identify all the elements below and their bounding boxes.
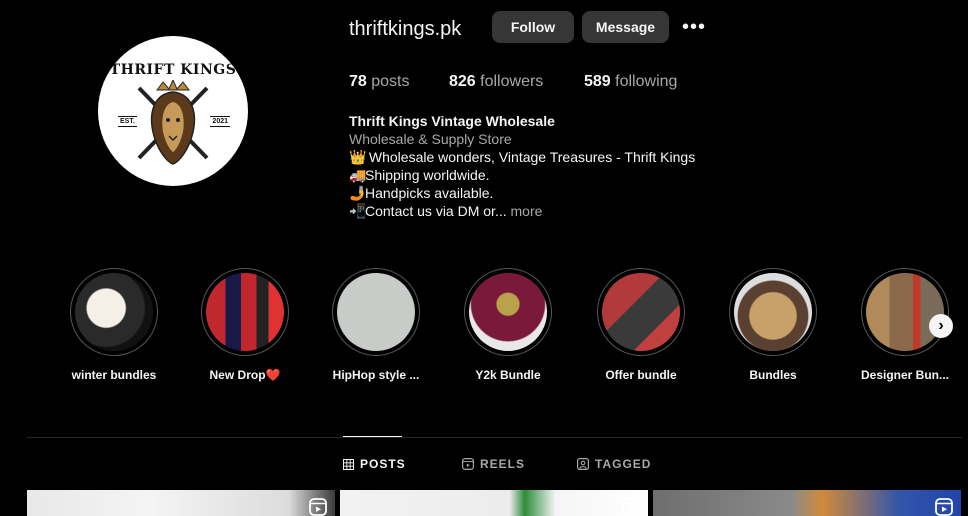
- highlight-winter-bundles[interactable]: winter bundles: [49, 268, 179, 382]
- active-tab-indicator: [343, 436, 402, 437]
- bio-line-text: Handpicks available.: [365, 185, 494, 201]
- following-count: 589: [584, 73, 611, 90]
- posts-label: posts: [371, 73, 410, 90]
- highlight-thumbnail: [602, 273, 680, 351]
- reel-badge-icon: [935, 498, 953, 516]
- highlight-label: Bundles: [749, 368, 797, 382]
- crown-icon: 👑: [349, 149, 367, 165]
- bio-more-link[interactable]: more: [511, 203, 543, 219]
- tagged-icon: [577, 458, 589, 470]
- phone-icon: 📲: [349, 203, 367, 219]
- tabs-divider: [27, 437, 962, 438]
- grid-icon: [343, 458, 354, 470]
- highlight-ring: [201, 268, 289, 356]
- highlight-label: winter bundles: [71, 368, 157, 382]
- highlight-label: Designer Bun...: [860, 368, 949, 382]
- tab-posts[interactable]: POSTS: [343, 457, 406, 471]
- highlight-label: Offer bundle: [605, 368, 677, 382]
- avatar-logo-text: THRIFT KINGS: [109, 62, 237, 78]
- chevron-right-icon[interactable]: ›: [929, 314, 953, 338]
- highlight-bundles[interactable]: Bundles: [708, 268, 838, 382]
- avatar-year-label: 2021: [210, 116, 230, 127]
- posts-count: 78: [349, 73, 367, 90]
- followers-count: 826: [449, 73, 476, 90]
- highlight-y2k-bundle[interactable]: Y2k Bundle: [443, 268, 573, 382]
- highlight-label: HipHop style ...: [332, 368, 420, 382]
- highlight-ring: [70, 268, 158, 356]
- highlight-thumbnail: [734, 273, 812, 351]
- follow-button[interactable]: Follow: [492, 11, 574, 43]
- bio-line-text: Shipping worldwide.: [365, 167, 490, 183]
- tab-reels-label: REELS: [480, 457, 526, 471]
- post-thumbnail[interactable]: [653, 490, 961, 516]
- tab-tagged[interactable]: TAGGED: [577, 457, 651, 471]
- tab-posts-label: POSTS: [360, 457, 406, 471]
- highlight-label: Y2k Bundle: [475, 368, 541, 382]
- bio-line-text: Wholesale wonders, Vintage Treasures - T…: [365, 149, 696, 165]
- bio-line: 📲Contact us via DM or... more: [349, 202, 695, 220]
- highlight-thumbnail: [206, 273, 284, 351]
- following-label: following: [615, 73, 678, 90]
- more-options-icon[interactable]: •••: [682, 16, 706, 39]
- followers-label: followers: [480, 73, 544, 90]
- highlight-label: New Drop❤️: [209, 368, 281, 382]
- highlight-ring: [597, 268, 685, 356]
- highlight-thumbnail: [469, 273, 547, 351]
- highlight-thumbnail: [337, 273, 415, 351]
- reel-badge-icon: [309, 498, 327, 516]
- bio-line-text: Contact us via DM or...: [365, 203, 507, 219]
- posts-stat: 78 posts: [349, 73, 410, 91]
- followers-stat[interactable]: 826 followers: [449, 73, 543, 91]
- reels-icon: [462, 458, 474, 470]
- highlight-thumbnail: [866, 273, 944, 351]
- highlight-ring: [332, 268, 420, 356]
- tab-reels[interactable]: REELS: [462, 457, 525, 471]
- bio-name: Thrift Kings Vintage Wholesale: [349, 113, 555, 129]
- profile-bio: Thrift Kings Vintage Wholesale Wholesale…: [349, 112, 695, 220]
- highlight-hiphop-style[interactable]: HipHop style ...: [311, 268, 441, 382]
- bio-category: Wholesale & Supply Store: [349, 131, 512, 147]
- highlight-new-drop[interactable]: New Drop❤️: [180, 268, 310, 382]
- selfie-icon: 🤳: [349, 185, 367, 201]
- highlight-ring: [861, 268, 949, 356]
- truck-icon: 🚚: [349, 167, 367, 183]
- following-stat[interactable]: 589 following: [584, 73, 677, 91]
- message-button[interactable]: Message: [582, 11, 669, 43]
- lion-crest-icon: [137, 80, 209, 165]
- bio-line: 👑 Wholesale wonders, Vintage Treasures -…: [349, 148, 695, 166]
- highlight-thumbnail: [75, 273, 153, 351]
- post-thumbnail[interactable]: [27, 490, 335, 516]
- highlight-ring: [729, 268, 817, 356]
- bio-line: 🤳Handpicks available.: [349, 184, 695, 202]
- avatar-est-label: EST.: [118, 116, 137, 127]
- profile-username: thriftkings.pk: [349, 18, 462, 40]
- post-thumbnail[interactable]: [340, 490, 648, 516]
- reel-badge-icon: [622, 498, 640, 516]
- highlight-ring: [464, 268, 552, 356]
- bio-line: 🚚Shipping worldwide.: [349, 166, 695, 184]
- highlight-offer-bundle[interactable]: Offer bundle: [576, 268, 706, 382]
- tab-tagged-label: TAGGED: [595, 457, 652, 471]
- profile-avatar[interactable]: THRIFT KINGS EST. 2021: [98, 36, 248, 186]
